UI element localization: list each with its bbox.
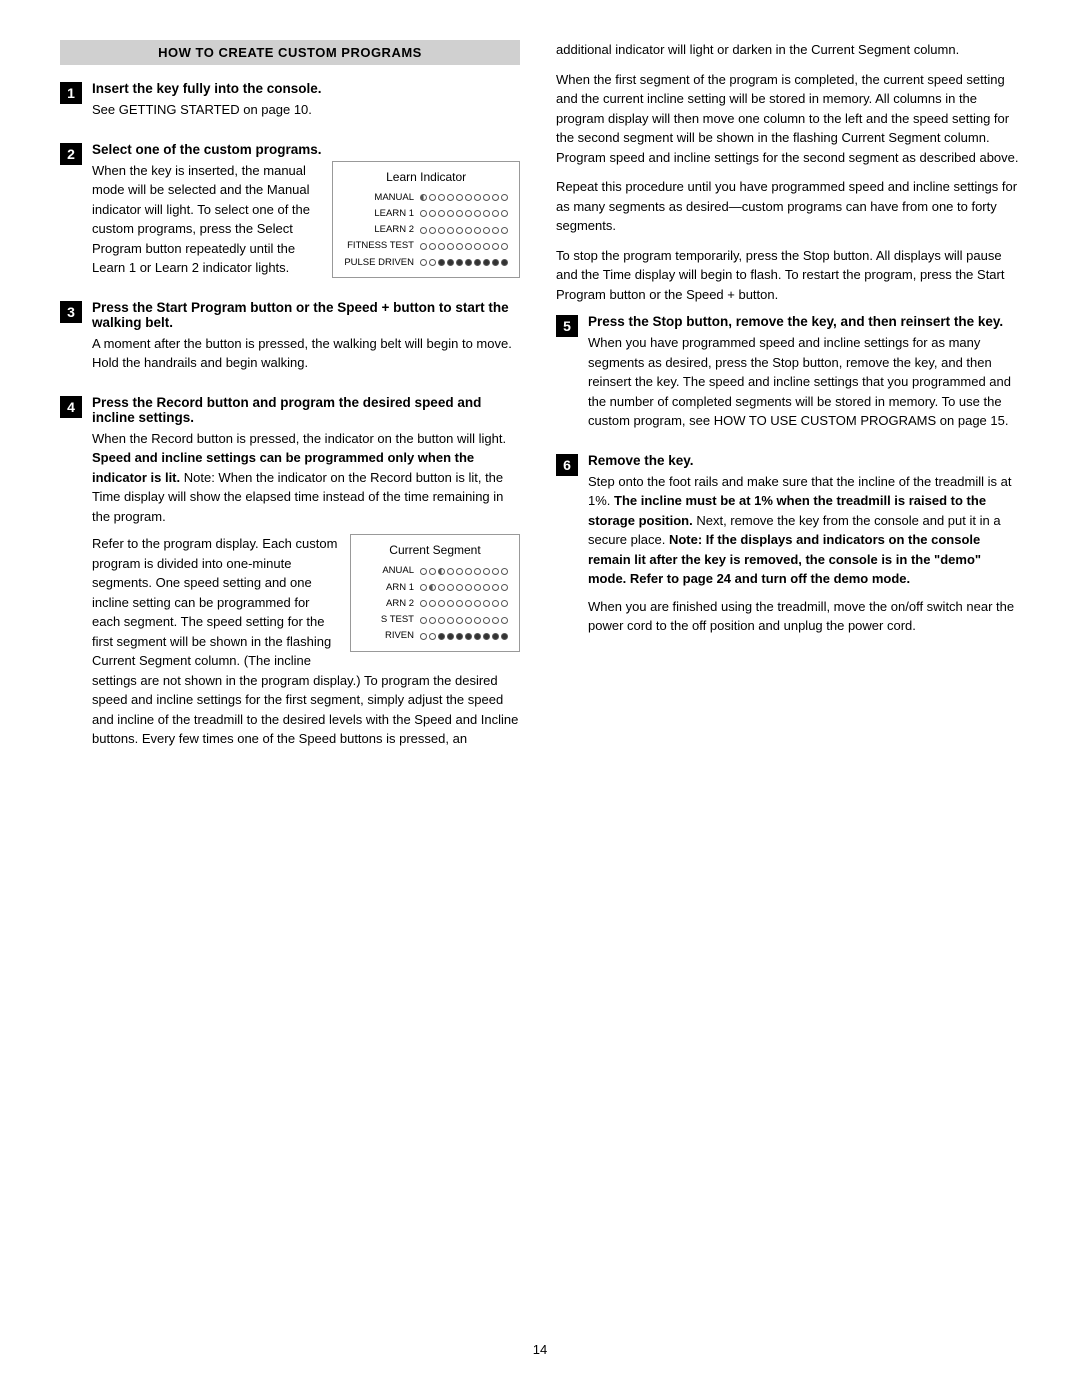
step-1: 1 Insert the key fully into the console.… (60, 81, 520, 128)
current-segment-title: Current Segment (359, 541, 511, 559)
step-5-content: When you have programmed speed and incli… (588, 333, 1020, 431)
right-column: additional indicator will light or darke… (556, 40, 1020, 1318)
step-6-content: Step onto the foot rails and make sure t… (588, 472, 1020, 636)
step-5-body: Press the Stop button, remove the key, a… (588, 314, 1020, 439)
step-6-number: 6 (556, 454, 578, 476)
current-segment-table: ANUALARN 1ARN 2S TESTRIVEN (359, 563, 511, 644)
right-para-3: To stop the program temporarily, press t… (556, 246, 1020, 305)
right-para-0: additional indicator will light or darke… (556, 40, 1020, 60)
step-2: 2 Select one of the custom programs. Lea… (60, 142, 520, 286)
step-5: 5 Press the Stop button, remove the key,… (556, 314, 1020, 439)
learn-indicator-figure: Learn Indicator MANUALLEARN 1LEARN 2FITN… (332, 161, 520, 278)
step-4-para-0: When the Record button is pressed, the i… (92, 429, 520, 527)
step-2-title: Select one of the custom programs. (92, 142, 520, 157)
step-3-number: 3 (60, 301, 82, 323)
section-header: HOW TO CREATE CUSTOM PROGRAMS (60, 40, 520, 65)
step-1-content: See GETTING STARTED on page 10. (92, 100, 520, 120)
step-5-title: Press the Stop button, remove the key, a… (588, 314, 1020, 329)
step-5-number: 5 (556, 315, 578, 337)
step-4-title: Press the Record button and program the … (92, 395, 520, 425)
step-1-para-0: See GETTING STARTED on page 10. (92, 100, 520, 120)
step-3: 3 Press the Start Program button or the … (60, 300, 520, 381)
step-4-content: When the Record button is pressed, the i… (92, 429, 520, 749)
step-5-para-0: When you have programmed speed and incli… (588, 333, 1020, 431)
step-6-para-0: Step onto the foot rails and make sure t… (588, 472, 1020, 589)
right-para-2: Repeat this procedure until you have pro… (556, 177, 1020, 236)
step-4-number: 4 (60, 396, 82, 418)
step-6-title: Remove the key. (588, 453, 1020, 468)
step-2-body: Select one of the custom programs. Learn… (92, 142, 520, 286)
step-6-body: Remove the key. Step onto the foot rails… (588, 453, 1020, 644)
step-3-para-0: A moment after the button is pressed, th… (92, 334, 520, 373)
step-4-body: Press the Record button and program the … (92, 395, 520, 757)
step-1-title: Insert the key fully into the console. (92, 81, 520, 96)
right-para-1: When the first segment of the program is… (556, 70, 1020, 168)
learn-indicator-table: MANUALLEARN 1LEARN 2FITNESS TESTPULSE DR… (341, 190, 511, 271)
step-1-number: 1 (60, 82, 82, 104)
learn-indicator-title: Learn Indicator (341, 168, 511, 186)
left-column: HOW TO CREATE CUSTOM PROGRAMS 1 Insert t… (60, 40, 520, 1318)
step-4: 4 Press the Record button and program th… (60, 395, 520, 757)
step-3-content: A moment after the button is pressed, th… (92, 334, 520, 373)
step-3-title: Press the Start Program button or the Sp… (92, 300, 520, 330)
page-number: 14 (60, 1342, 1020, 1357)
page: HOW TO CREATE CUSTOM PROGRAMS 1 Insert t… (0, 0, 1080, 1397)
step-2-number: 2 (60, 143, 82, 165)
step-1-body: Insert the key fully into the console. S… (92, 81, 520, 128)
step-3-body: Press the Start Program button or the Sp… (92, 300, 520, 381)
step-6-para-1: When you are finished using the treadmil… (588, 597, 1020, 636)
step-6: 6 Remove the key. Step onto the foot rai… (556, 453, 1020, 644)
current-segment-figure: Current Segment ANUALARN 1ARN 2S TESTRIV… (350, 534, 520, 651)
step-2-content: Learn Indicator MANUALLEARN 1LEARN 2FITN… (92, 161, 520, 286)
